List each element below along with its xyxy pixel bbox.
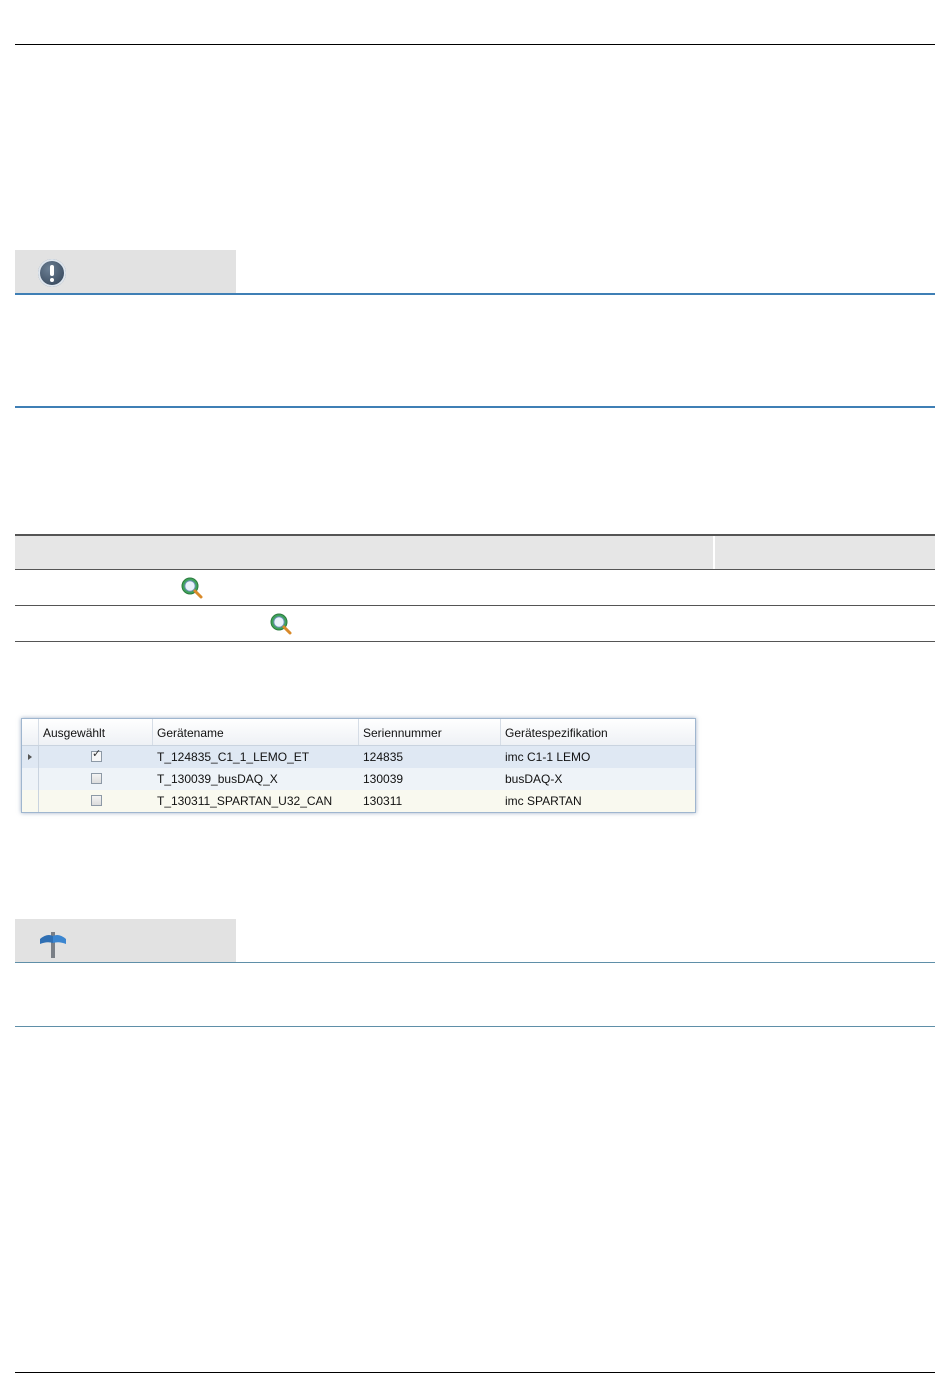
- device-name-cell: T_130039_busDAQ_X: [157, 772, 278, 786]
- row-selector[interactable]: [22, 790, 39, 812]
- tip-callout-bottom-rule: [15, 1026, 935, 1027]
- current-row-arrow-icon: [28, 754, 32, 760]
- doc-table-header: [15, 534, 935, 570]
- spec-cell: imc C1-1 LEMO: [505, 750, 591, 764]
- device-grid: Ausgewählt Gerätename Seriennummer Gerät…: [21, 718, 696, 813]
- column-header-device-name[interactable]: Gerätename: [153, 719, 359, 745]
- device-name-cell: T_130311_SPARTAN_U32_CAN: [157, 794, 333, 808]
- tip-callout-top-rule: [15, 962, 935, 963]
- doc-table: [15, 534, 935, 642]
- row-selector-header: [22, 719, 39, 745]
- serial-cell: 130311: [363, 794, 403, 808]
- exclamation-circle-icon: [38, 259, 66, 287]
- device-name-cell: T_124835_C1_1_LEMO_ET: [157, 750, 310, 764]
- spec-cell: busDAQ-X: [505, 772, 563, 786]
- selected-checkbox[interactable]: [91, 747, 102, 762]
- grid-header-row: Ausgewählt Gerätename Seriennummer Gerät…: [22, 719, 695, 746]
- selected-checkbox[interactable]: [91, 795, 102, 806]
- footer-rule: [15, 1372, 935, 1373]
- doc-table-row: [15, 570, 935, 606]
- tip-callout-header: [15, 919, 236, 962]
- magnifier-icon[interactable]: [180, 576, 204, 600]
- selected-checkbox[interactable]: [91, 773, 102, 784]
- warning-callout-header: [15, 250, 236, 293]
- spec-cell: imc SPARTAN: [505, 794, 582, 808]
- row-selector[interactable]: [22, 768, 39, 790]
- serial-cell: 124835: [363, 750, 404, 764]
- grid-row[interactable]: T_124835_C1_1_LEMO_ET 124835 imc C1-1 LE…: [22, 746, 695, 768]
- grid-row[interactable]: T_130039_busDAQ_X 130039 busDAQ-X: [22, 768, 695, 790]
- warning-callout-top-rule: [15, 293, 935, 295]
- row-selector[interactable]: [22, 746, 39, 768]
- doc-table-row: [15, 606, 935, 642]
- column-header-selected[interactable]: Ausgewählt: [39, 719, 153, 745]
- grid-row[interactable]: T_130311_SPARTAN_U32_CAN 130311 imc SPAR…: [22, 790, 695, 812]
- column-header-spec[interactable]: Gerätespezifikation: [501, 719, 695, 745]
- signpost-icon: [40, 932, 66, 958]
- column-divider: [713, 536, 715, 569]
- column-header-serial[interactable]: Seriennummer: [359, 719, 501, 745]
- magnifier-icon[interactable]: [269, 612, 293, 636]
- serial-cell: 130039: [363, 772, 404, 786]
- warning-callout-bottom-rule: [15, 406, 935, 408]
- header-rule: [15, 44, 935, 45]
